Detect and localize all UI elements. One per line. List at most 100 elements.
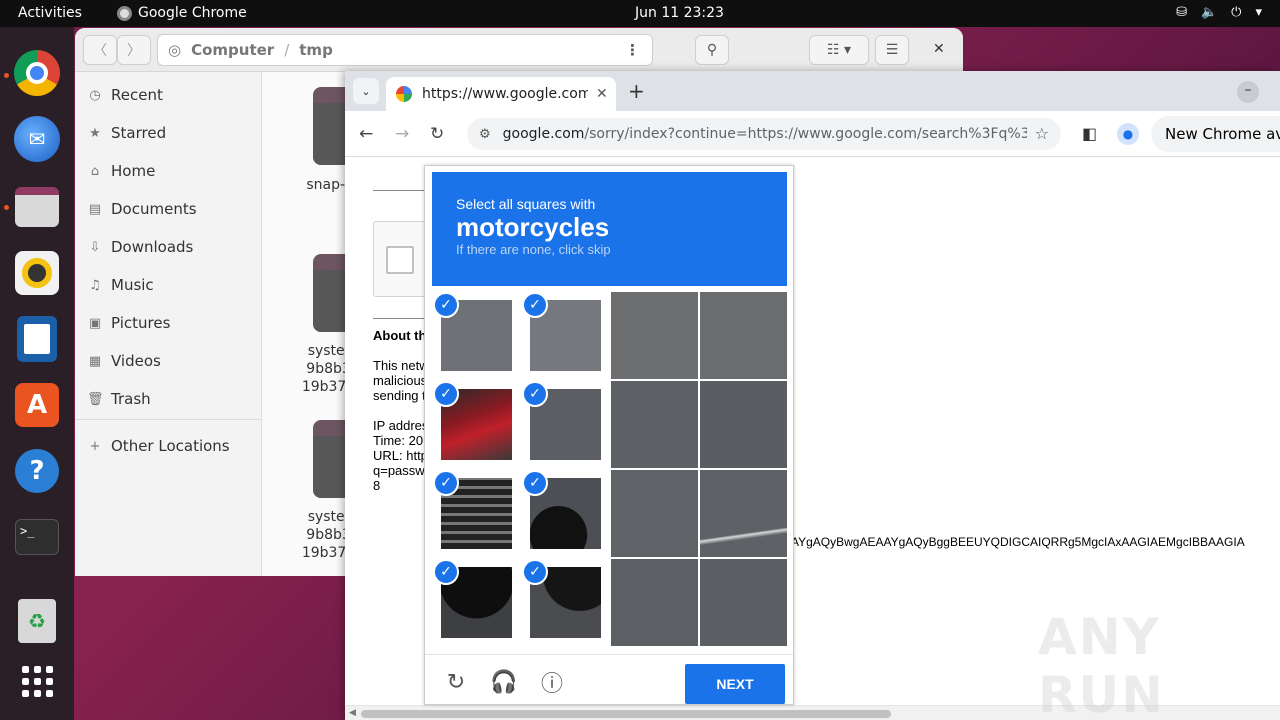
hamburger-menu-button[interactable]: ☰ bbox=[875, 35, 909, 65]
dock-writer[interactable] bbox=[13, 315, 61, 363]
dock-chrome[interactable] bbox=[13, 49, 61, 97]
challenge-tile[interactable] bbox=[700, 292, 787, 379]
url-text: google.com/sorry/index?continue=https://… bbox=[503, 126, 1027, 142]
dock-rhythmbox[interactable] bbox=[13, 249, 61, 297]
video-icon: ▦ bbox=[88, 353, 102, 369]
scroll-left-icon[interactable]: ◀ bbox=[349, 708, 356, 718]
back-arrow-icon[interactable]: ← bbox=[359, 124, 373, 144]
url-domain: google.com bbox=[502, 126, 585, 142]
next-button[interactable]: NEXT bbox=[685, 664, 785, 704]
challenge-tile[interactable]: ✓ bbox=[522, 559, 609, 646]
sidebar-item-other-locations[interactable]: + Other Locations bbox=[87, 437, 230, 455]
search-icon: ⚲ bbox=[706, 42, 718, 58]
trash-icon: ♻ bbox=[18, 599, 56, 643]
minimize-button[interactable]: – bbox=[1237, 81, 1259, 103]
sidebar-item-label: Documents bbox=[111, 200, 197, 218]
chevron-down-icon: ▾ bbox=[1255, 5, 1262, 20]
dock-help[interactable]: ? bbox=[13, 447, 61, 495]
app-name: Google Chrome bbox=[138, 5, 247, 21]
checkmark-icon: ✓ bbox=[433, 559, 459, 585]
search-button[interactable]: ⚲ bbox=[695, 35, 729, 65]
path-root[interactable]: Computer bbox=[191, 41, 274, 59]
home-icon: ⌂ bbox=[90, 163, 100, 179]
clock[interactable]: Jun 11 23:23 bbox=[635, 5, 724, 21]
reload-challenge-icon[interactable]: ↻ bbox=[443, 669, 469, 695]
challenge-tile[interactable]: ✓ bbox=[433, 381, 520, 468]
info-icon[interactable]: ⓘ bbox=[539, 669, 565, 697]
close-button[interactable]: ✕ bbox=[933, 41, 945, 57]
new-tab-button[interactable]: + bbox=[628, 79, 645, 103]
sidebar-item-music[interactable]: ♫ Music bbox=[87, 276, 154, 294]
tab-strip: ⌄ https://www.google.com/sorry/index ✕ +… bbox=[345, 71, 1280, 111]
anyrun-watermark: ANY RUN bbox=[1038, 608, 1165, 720]
address-bar[interactable]: ⚙ google.com/sorry/index?continue=https:… bbox=[467, 118, 1061, 150]
challenge-tile[interactable]: ✓ bbox=[522, 292, 609, 379]
activities-button[interactable]: Activities bbox=[18, 5, 82, 21]
profile-avatar-icon[interactable]: ● bbox=[1117, 123, 1139, 145]
challenge-tile[interactable]: ✓ bbox=[522, 470, 609, 557]
recaptcha-checkbox[interactable] bbox=[386, 246, 414, 274]
sidebar-item-pictures[interactable]: ▣ Pictures bbox=[87, 314, 171, 332]
terminal-icon: >_ bbox=[15, 519, 59, 555]
path-current[interactable]: tmp bbox=[299, 41, 333, 59]
challenge-tile[interactable] bbox=[611, 470, 698, 557]
tile-image bbox=[700, 292, 787, 379]
sidebar-item-downloads[interactable]: ⇩ Downloads bbox=[87, 238, 194, 256]
tab-google-sorry[interactable]: https://www.google.com/sorry/index ✕ bbox=[386, 77, 616, 111]
challenge-tile[interactable] bbox=[700, 470, 787, 557]
checkmark-icon: ✓ bbox=[522, 292, 548, 318]
site-info-icon[interactable]: ⚙ bbox=[479, 127, 491, 142]
tab-search-button[interactable]: ⌄ bbox=[353, 78, 379, 104]
sidebar-item-label: Home bbox=[111, 162, 156, 180]
app-menu[interactable]: Google Chrome bbox=[117, 5, 247, 21]
challenge-tile[interactable] bbox=[611, 292, 698, 379]
close-tab-icon[interactable]: ✕ bbox=[596, 86, 608, 102]
sidebar-item-starred[interactable]: ★ Starred bbox=[87, 124, 166, 142]
challenge-tile[interactable] bbox=[611, 381, 698, 468]
path-bar[interactable]: ◎ Computer / tmp ⋮ bbox=[157, 34, 653, 66]
system-tray[interactable]: ⛁ 🔈 ⏻ ▾ bbox=[1176, 5, 1262, 20]
power-icon: ⏻ bbox=[1231, 5, 1242, 20]
sidebar-item-documents[interactable]: ▤ Documents bbox=[87, 200, 197, 218]
files-icon bbox=[15, 187, 59, 227]
forward-button[interactable]: 〉 bbox=[117, 35, 151, 65]
trash-icon: 🗑 bbox=[87, 391, 104, 407]
challenge-tile[interactable] bbox=[611, 559, 698, 646]
scrollbar-thumb[interactable] bbox=[361, 710, 891, 718]
dock-files[interactable] bbox=[13, 183, 61, 231]
reload-icon[interactable]: ↻ bbox=[430, 124, 444, 144]
sidebar-item-label: Starred bbox=[111, 124, 167, 142]
challenge-tile[interactable]: ✓ bbox=[433, 559, 520, 646]
dock-app-center[interactable]: A bbox=[13, 381, 61, 429]
new-chrome-available-button[interactable]: New Chrome ava bbox=[1151, 116, 1280, 152]
view-options-button[interactable]: ☷ ▾ bbox=[809, 35, 869, 65]
query-line: q=passw bbox=[373, 463, 425, 478]
show-apps-button[interactable] bbox=[13, 657, 61, 705]
sidebar-item-videos[interactable]: ▦ Videos bbox=[87, 352, 161, 370]
back-button[interactable]: 〈 bbox=[83, 35, 117, 65]
document-icon: ▤ bbox=[88, 201, 102, 217]
challenge-tile[interactable]: ✓ bbox=[433, 292, 520, 379]
computer-icon: ◎ bbox=[168, 41, 182, 59]
dock-thunderbird[interactable]: ✉ bbox=[13, 115, 61, 163]
body-line: malicious bbox=[373, 373, 428, 388]
bookmark-star-icon[interactable]: ☆ bbox=[1035, 124, 1049, 143]
hamburger-icon: ☰ bbox=[885, 42, 899, 58]
challenge-tile[interactable] bbox=[700, 559, 787, 646]
challenge-tile[interactable]: ✓ bbox=[433, 470, 520, 557]
tile-image bbox=[611, 292, 698, 379]
challenge-tile[interactable] bbox=[700, 381, 787, 468]
dock-trash[interactable]: ♻ bbox=[13, 597, 61, 645]
sidebar-item-trash[interactable]: 🗑 Trash bbox=[87, 390, 151, 408]
chrome-icon bbox=[14, 50, 60, 96]
forward-arrow-icon[interactable]: → bbox=[395, 124, 409, 144]
side-panel-icon[interactable]: ◧ bbox=[1082, 124, 1097, 143]
challenge-header: Select all squares with motorcycles If t… bbox=[432, 172, 787, 286]
star-icon: ★ bbox=[89, 125, 101, 141]
challenge-tile[interactable]: ✓ bbox=[522, 381, 609, 468]
audio-challenge-icon[interactable]: 🎧 bbox=[490, 669, 517, 695]
dock-terminal[interactable]: >_ bbox=[13, 513, 61, 561]
kebab-menu-icon[interactable]: ⋮ bbox=[625, 41, 640, 59]
sidebar-item-recent[interactable]: ◷ Recent bbox=[87, 86, 163, 104]
sidebar-item-home[interactable]: ⌂ Home bbox=[87, 162, 155, 180]
